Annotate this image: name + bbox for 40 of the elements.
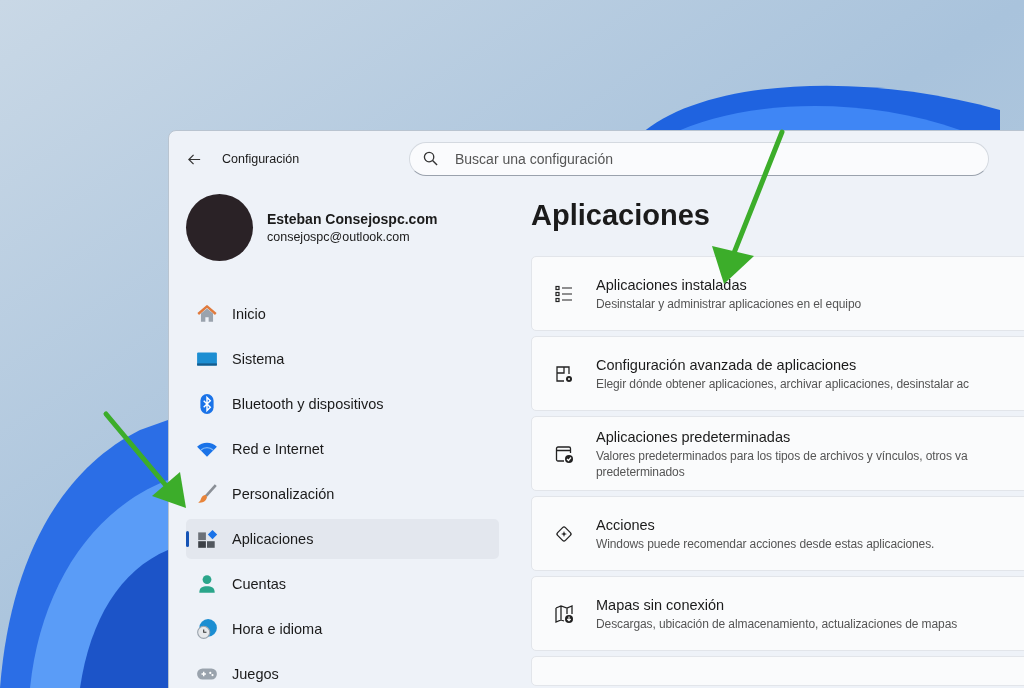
page-title: Aplicaciones [531, 199, 711, 232]
card-description: Valores predeterminados para los tipos de archivos y vínculos, otros va [596, 448, 968, 463]
card-title: Mapas sin conexión [596, 596, 726, 613]
house-icon [196, 303, 218, 325]
settings-card[interactable]: Aplicaciones instaladas Desinstalar y administrar aplicaciones en el equipo [531, 256, 1024, 331]
sidebar-item[interactable]: Red e Internet [186, 429, 499, 469]
card-description: Elegir dónde obtener aplicaciones, archivar aplicaciones, desinstalar ac [596, 376, 970, 391]
sidebar-item[interactable]: Juegos [186, 654, 499, 688]
sidebar-item[interactable]: Hora e idioma [186, 609, 499, 649]
card-title: Acciones [596, 516, 656, 533]
settings-card[interactable]: Aplicaciones predeterminadas Valores predeterminados para los tipos de archivos y vínculos, otros va predeterminados [531, 416, 1024, 491]
settings-card[interactable]: Mapas sin conexión Descargas, ubicación de almacenamiento, actualizaciones de mapas [531, 576, 1024, 651]
sparkle-diamond-icon [554, 523, 574, 544]
sidebar-item[interactable]: Cuentas [186, 564, 499, 604]
sidebar-item[interactable]: Bluetooth y dispositivos [186, 384, 499, 424]
search-field[interactable]: Buscar una configuración [409, 142, 989, 176]
card-description: Windows puede recomendar acciones desde estas aplicaciones. [596, 536, 935, 551]
settings-card[interactable]: Acciones Windows puede recomendar acciones desde estas aplicaciones. [531, 496, 1024, 571]
window-title: Configuración [222, 152, 300, 166]
card-description: predeterminados [596, 464, 686, 479]
user-email: consejospc@outlook.com [267, 230, 411, 244]
clock-globe-icon [196, 618, 218, 640]
apps-icon [196, 528, 218, 550]
card-description: Desinstalar y administrar aplicaciones en el equipo [596, 296, 862, 311]
sidebar-item[interactable]: Aplicaciones [186, 519, 499, 559]
user-name: Esteban Consejospc.com [267, 211, 438, 227]
brush-icon [196, 483, 218, 505]
list-icon [554, 283, 574, 304]
card-title: Aplicaciones instaladas [596, 276, 748, 293]
window-check-icon [554, 443, 574, 464]
settings-card[interactable]: Configuración avanzada de aplicaciones Elegir dónde obtener aplicaciones, archivar aplicaciones, desinstalar ac [531, 336, 1024, 411]
person-icon [196, 573, 218, 595]
window-gear-icon [554, 363, 574, 384]
card-description: Descargas, ubicación de almacenamiento, actualizaciones de mapas [596, 616, 958, 631]
card-title: Configuración avanzada de aplicaciones [596, 356, 858, 373]
sidebar-item[interactable]: Inicio [186, 294, 499, 334]
card-title: Aplicaciones predeterminadas [596, 428, 792, 445]
map-download-icon [554, 603, 574, 624]
sidebar-item[interactable]: Sistema [186, 339, 499, 379]
sidebar-item[interactable]: Personalización [186, 474, 499, 514]
